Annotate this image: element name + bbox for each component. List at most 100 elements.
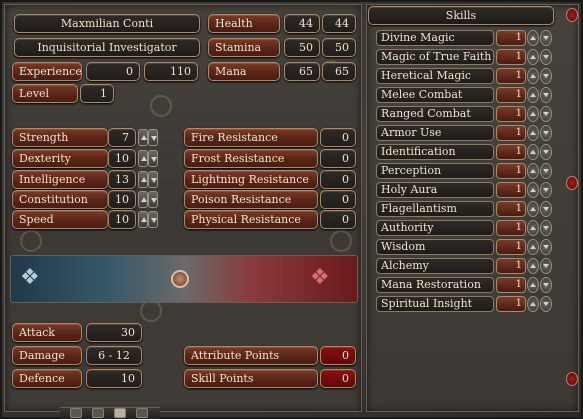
decrease-arrow-icon[interactable] (540, 258, 552, 274)
health-current: 44 (284, 14, 320, 33)
increase-arrow-icon[interactable] (527, 239, 539, 255)
toolbar-icon[interactable] (136, 408, 148, 418)
skill-row: Armor Use 1 (376, 125, 554, 141)
increase-arrow-icon[interactable] (527, 144, 539, 160)
increase-arrow-icon[interactable] (527, 182, 539, 198)
increase-arrow-icon[interactable] (138, 150, 148, 167)
damage-value: 6 - 12 (86, 346, 142, 365)
skill-label[interactable]: Heretical Magic (376, 68, 494, 84)
skill-label[interactable]: Melee Combat (376, 87, 494, 103)
increase-arrow-icon[interactable] (527, 125, 539, 141)
skill-row: Flagellantism 1 (376, 201, 554, 217)
stamina-current: 50 (284, 38, 320, 57)
toolbar-icon[interactable] (70, 408, 82, 418)
decrease-arrow-icon[interactable] (540, 125, 552, 141)
alignment-heart-icon[interactable] (171, 270, 189, 288)
attr-constitution-stepper (138, 191, 158, 208)
attr-constitution-value: 10 (108, 190, 136, 209)
skill-row: Heretical Magic 1 (376, 68, 554, 84)
decrease-arrow-icon[interactable] (540, 30, 552, 46)
decrease-arrow-icon[interactable] (148, 211, 158, 228)
decrease-arrow-icon[interactable] (540, 144, 552, 160)
skill-label[interactable]: Perception (376, 163, 494, 179)
decrease-arrow-icon[interactable] (148, 150, 158, 167)
decrease-arrow-icon[interactable] (540, 277, 552, 293)
skill-label[interactable]: Spiritual Insight (376, 296, 494, 312)
increase-arrow-icon[interactable] (527, 30, 539, 46)
skill-value: 1 (496, 163, 526, 179)
increase-arrow-icon[interactable] (527, 277, 539, 293)
increase-arrow-icon[interactable] (527, 68, 539, 84)
skill-row: Mana Restoration 1 (376, 277, 554, 293)
skills-title: Skills (368, 6, 554, 25)
skill-row: Divine Magic 1 (376, 30, 554, 46)
skill-value: 1 (496, 201, 526, 217)
increase-arrow-icon[interactable] (138, 191, 148, 208)
lightning-resistance-value: 0 (320, 170, 356, 189)
decrease-arrow-icon[interactable] (148, 191, 158, 208)
skill-label[interactable]: Divine Magic (376, 30, 494, 46)
decrease-arrow-icon[interactable] (540, 68, 552, 84)
fire-resistance-value: 0 (320, 128, 356, 147)
decrease-arrow-icon[interactable] (540, 220, 552, 236)
skill-value: 1 (496, 220, 526, 236)
mana-label: Mana (208, 62, 280, 81)
decrease-arrow-icon[interactable] (148, 129, 158, 146)
skill-label[interactable]: Authority (376, 220, 494, 236)
scroll-down-button[interactable] (566, 372, 578, 386)
skill-row: Identification 1 (376, 144, 554, 160)
scroll-up-button[interactable] (566, 8, 578, 22)
skill-label[interactable]: Alchemy (376, 258, 494, 274)
attr-speed-value: 10 (108, 210, 136, 229)
skill-value: 1 (496, 106, 526, 122)
experience-next: 110 (144, 62, 198, 81)
decrease-arrow-icon[interactable] (540, 201, 552, 217)
attr-strength-label: Strength (12, 128, 108, 147)
skill-label[interactable]: Identification (376, 144, 494, 160)
decrease-arrow-icon[interactable] (540, 106, 552, 122)
decrease-arrow-icon[interactable] (540, 182, 552, 198)
increase-arrow-icon[interactable] (527, 258, 539, 274)
increase-arrow-icon[interactable] (527, 163, 539, 179)
attack-label: Attack (12, 323, 82, 342)
fire-resistance-label: Fire Resistance (184, 128, 318, 147)
increase-arrow-icon[interactable] (527, 220, 539, 236)
increase-arrow-icon[interactable] (527, 106, 539, 122)
character-tab-icon[interactable] (114, 408, 126, 418)
skill-label[interactable]: Wisdom (376, 239, 494, 255)
increase-arrow-icon[interactable] (527, 296, 539, 312)
skill-row: Spiritual Insight 1 (376, 296, 554, 312)
increase-arrow-icon[interactable] (138, 211, 148, 228)
level-label: Level (12, 84, 78, 103)
character-name: Maxmilian Conti (14, 14, 200, 33)
increase-arrow-icon[interactable] (138, 171, 148, 188)
poison-resistance-value: 0 (320, 190, 356, 209)
mana-max: 65 (322, 62, 356, 81)
skill-label[interactable]: Ranged Combat (376, 106, 494, 122)
decrease-arrow-icon[interactable] (540, 87, 552, 103)
skill-label[interactable]: Mana Restoration (376, 277, 494, 293)
increase-arrow-icon[interactable] (527, 49, 539, 65)
skill-label[interactable]: Armor Use (376, 125, 494, 141)
decrease-arrow-icon[interactable] (540, 163, 552, 179)
increase-arrow-icon[interactable] (527, 87, 539, 103)
skill-label[interactable]: Magic of True Faith (376, 49, 494, 65)
scroll-thumb[interactable] (566, 176, 578, 190)
decrease-arrow-icon[interactable] (540, 49, 552, 65)
skill-row: Magic of True Faith 1 (376, 49, 554, 65)
decrease-arrow-icon[interactable] (148, 171, 158, 188)
increase-arrow-icon[interactable] (527, 201, 539, 217)
decrease-arrow-icon[interactable] (540, 239, 552, 255)
decrease-arrow-icon[interactable] (540, 296, 552, 312)
skill-value: 1 (496, 68, 526, 84)
toolbar-icon[interactable] (92, 408, 104, 418)
skill-label[interactable]: Holy Aura (376, 182, 494, 198)
stamina-label: Stamina (208, 38, 280, 57)
angel-wing-icon: ❖ (20, 265, 40, 290)
increase-arrow-icon[interactable] (138, 129, 148, 146)
attr-intelligence-value: 13 (108, 170, 136, 189)
stamina-max: 50 (322, 38, 356, 57)
health-label: Health (208, 14, 280, 33)
skill-label[interactable]: Flagellantism (376, 201, 494, 217)
attr-speed-stepper (138, 211, 158, 228)
